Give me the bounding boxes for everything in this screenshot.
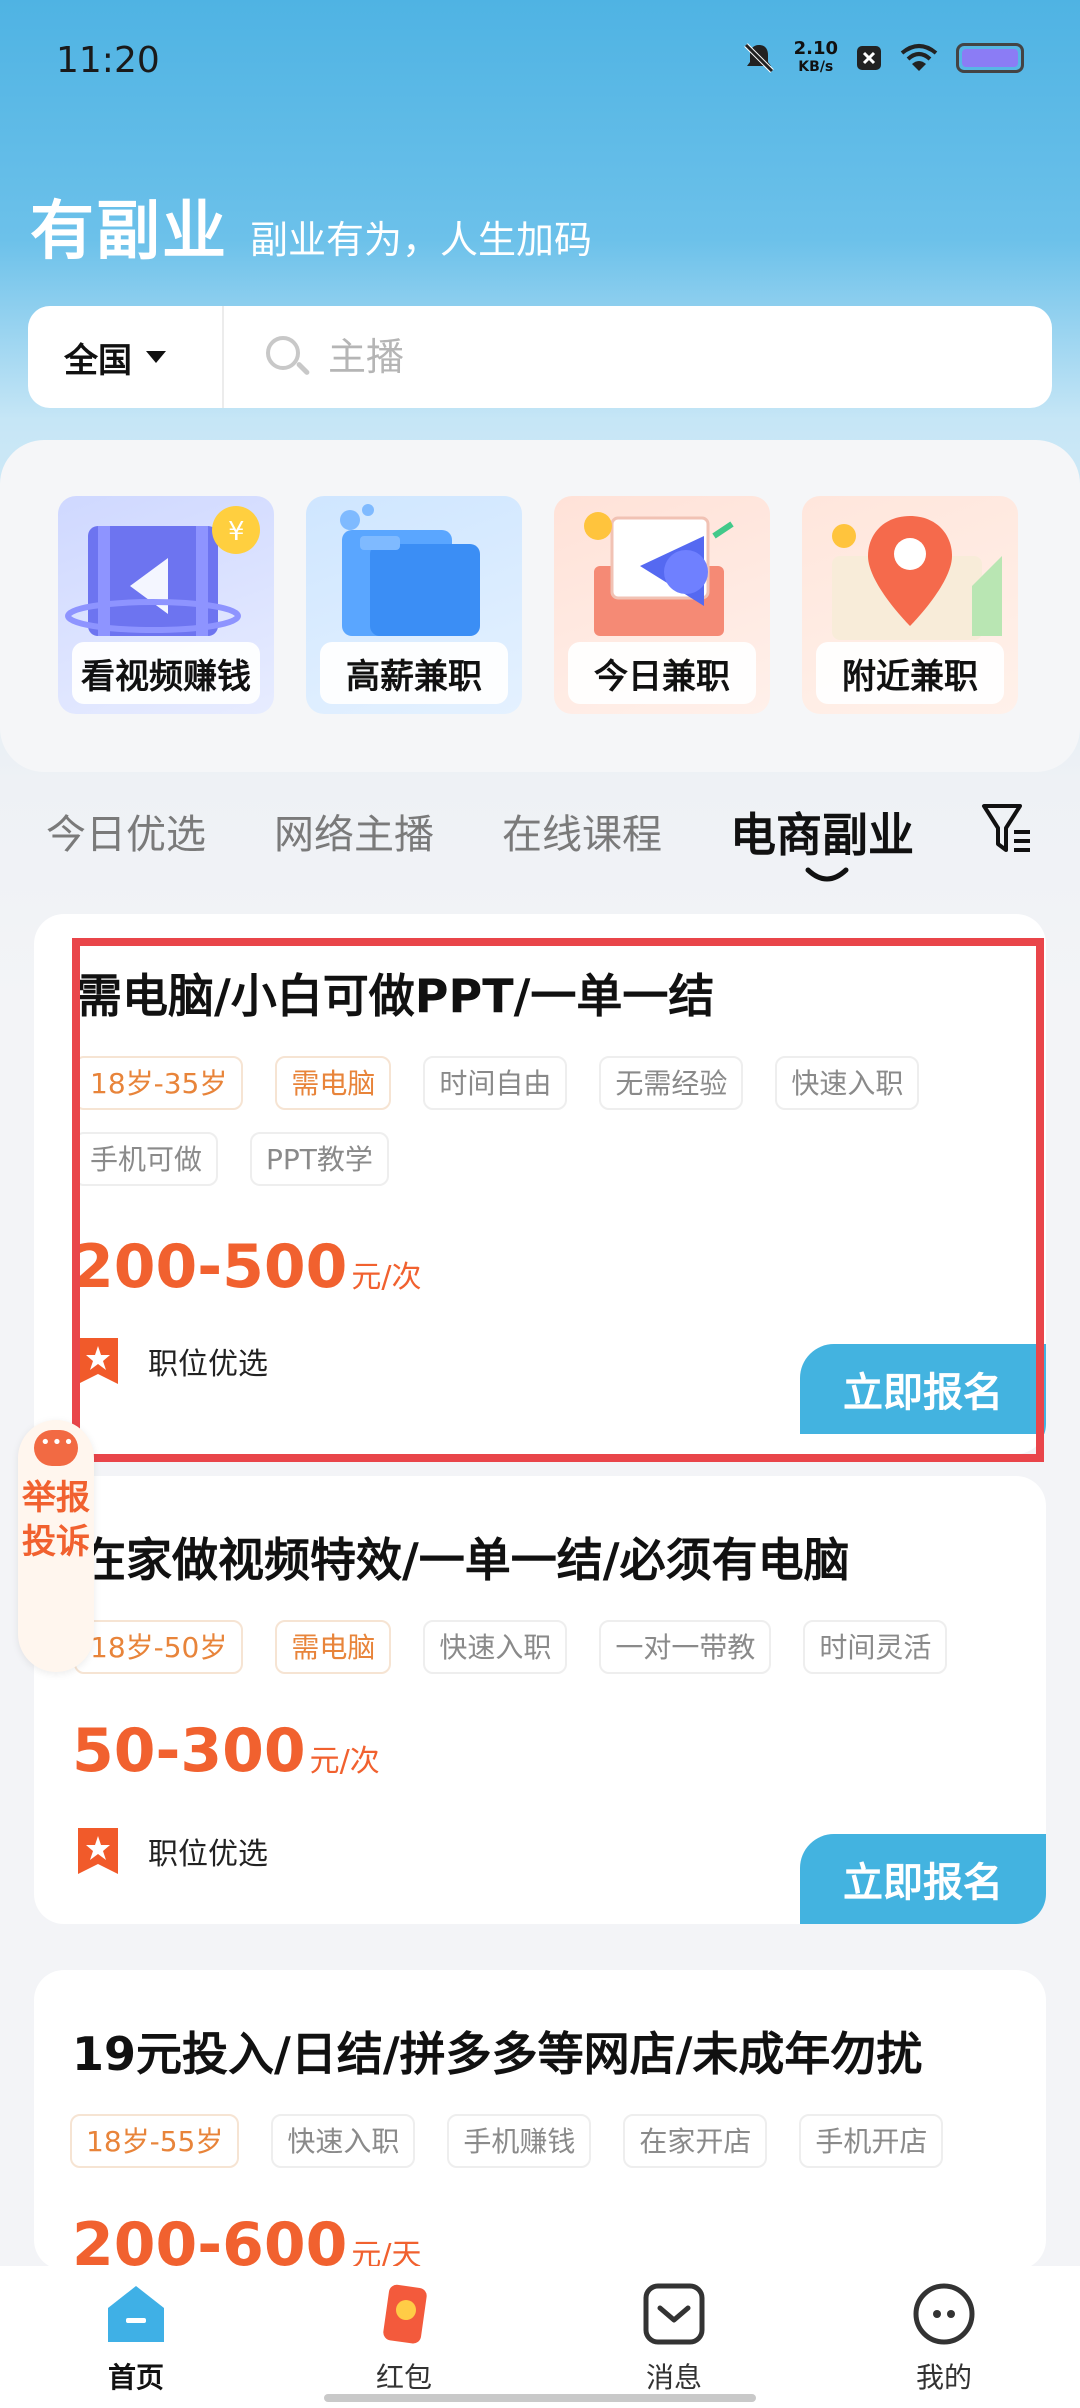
badge-label: 职位优选 bbox=[148, 1837, 268, 1872]
tag: 一对一带教 bbox=[599, 1620, 772, 1674]
job-badge: 职位优选 bbox=[74, 1824, 268, 1878]
filter-icon[interactable] bbox=[980, 800, 1034, 860]
svg-text:¥: ¥ bbox=[228, 517, 245, 547]
category-video-money[interactable]: ¥ 看视频赚钱 bbox=[58, 496, 274, 714]
home-icon bbox=[108, 2286, 164, 2342]
message-icon bbox=[643, 2283, 705, 2345]
caret-down-icon bbox=[146, 351, 166, 363]
nav-label: 红包 bbox=[375, 2361, 432, 2394]
category-label: 高薪兼职 bbox=[320, 642, 508, 704]
mute-icon bbox=[743, 43, 774, 73]
star-badge-icon bbox=[78, 1828, 118, 1874]
category-label: 看视频赚钱 bbox=[72, 642, 260, 704]
region-label: 全国 bbox=[64, 340, 132, 381]
search-bar: 全国 bbox=[28, 306, 1052, 408]
status-bar: 11:20 2.10 KB/s bbox=[0, 0, 1080, 110]
category-panel: ¥ 看视频赚钱 高薪兼职 今日兼职 附近兼职 bbox=[0, 440, 1080, 772]
speed-value: 2.10 bbox=[793, 38, 838, 59]
chat-bubble-icon bbox=[34, 1430, 78, 1466]
region-selector[interactable]: 全国 bbox=[28, 306, 224, 408]
tab-active-indicator bbox=[805, 867, 849, 882]
home-indicator bbox=[324, 2394, 756, 2402]
tab-bar: 今日优选 网络主播 在线课程 电商副业 bbox=[0, 800, 1080, 882]
profile-icon bbox=[913, 2283, 975, 2345]
job-tags: 18岁-50岁 需电脑 快速入职 一对一带教 时间灵活 bbox=[74, 1620, 1006, 1674]
folder-icon bbox=[340, 504, 480, 636]
tag: 在家开店 bbox=[623, 2114, 768, 2168]
report-button[interactable]: 举报投诉 bbox=[18, 1420, 94, 1672]
nav-home[interactable]: 首页 bbox=[56, 2266, 216, 2408]
video-money-icon: ¥ bbox=[65, 506, 260, 636]
app-title: 有副业 bbox=[30, 195, 228, 269]
tab-online-course[interactable]: 在线课程 bbox=[502, 800, 662, 870]
tag: 手机开店 bbox=[799, 2114, 944, 2168]
nav-label: 消息 bbox=[645, 2361, 702, 2394]
speed-unit: KB/s bbox=[798, 59, 834, 75]
bottom-nav: 首页 红包 消息 我的 bbox=[0, 2266, 1080, 2408]
tab-ecommerce[interactable]: 电商副业 bbox=[730, 800, 914, 870]
nav-label: 首页 bbox=[107, 2361, 164, 2394]
category-today[interactable]: 今日兼职 bbox=[554, 496, 770, 714]
tag: 快速入职 bbox=[271, 2114, 416, 2168]
app-slogan: 副业有为，人生加码 bbox=[250, 218, 593, 262]
tag: 快速入职 bbox=[423, 1620, 568, 1674]
battery-fill bbox=[962, 49, 1018, 67]
category-label: 附近兼职 bbox=[816, 642, 1004, 704]
highlight-box bbox=[72, 938, 1044, 1462]
tag: 时间灵活 bbox=[803, 1620, 948, 1674]
status-icons: 2.10 KB/s bbox=[742, 40, 1024, 76]
tab-today-picks[interactable]: 今日优选 bbox=[46, 800, 206, 870]
tab-live-streamer[interactable]: 网络主播 bbox=[274, 800, 434, 870]
category-high-pay[interactable]: 高薪兼职 bbox=[306, 496, 522, 714]
red-packet-icon bbox=[383, 2284, 427, 2344]
category-label: 今日兼职 bbox=[568, 642, 756, 704]
search-icon bbox=[264, 334, 311, 380]
job-card[interactable]: 19元投入/日结/拼多多等网店/未成年勿扰 18岁-55岁 快速入职 手机赚钱 … bbox=[34, 1970, 1046, 2270]
wifi-icon bbox=[900, 44, 938, 71]
category-nearby[interactable]: 附近兼职 bbox=[802, 496, 1018, 714]
salary-range: 50-300 bbox=[72, 1716, 306, 1786]
job-salary: 200-600 元/天 bbox=[72, 2210, 422, 2270]
apply-button[interactable]: 立即报名 bbox=[800, 1834, 1046, 1924]
job-card[interactable]: 在家做视频特效/一单一结/必须有电脑 18岁-50岁 需电脑 快速入职 一对一带… bbox=[34, 1476, 1046, 1924]
location-pin-icon bbox=[832, 516, 1002, 640]
status-time: 11:20 bbox=[56, 40, 160, 81]
search-input[interactable] bbox=[328, 335, 1052, 379]
tag-requirement: 需电脑 bbox=[275, 1620, 392, 1674]
network-speed: 2.10 KB/s bbox=[794, 40, 838, 76]
tag-age: 18岁-50岁 bbox=[74, 1620, 244, 1674]
tag-age: 18岁-55岁 bbox=[70, 2114, 240, 2168]
salary-unit: 元/次 bbox=[309, 1744, 380, 1779]
megaphone-icon bbox=[584, 512, 734, 636]
nav-profile[interactable]: 我的 bbox=[864, 2266, 1024, 2408]
job-title: 在家做视频特效/一单一结/必须有电脑 bbox=[80, 1533, 850, 1587]
report-label: 举报投诉 bbox=[22, 1478, 90, 1562]
battery-icon bbox=[956, 43, 1024, 73]
job-tags: 18岁-55岁 快速入职 手机赚钱 在家开店 手机开店 bbox=[70, 2114, 1006, 2168]
close-box-icon bbox=[857, 46, 881, 70]
brand-header: 有副业 副业有为，人生加码 bbox=[30, 180, 592, 272]
salary-range: 200-600 bbox=[72, 2210, 348, 2270]
nav-red-packet[interactable]: 红包 bbox=[324, 2266, 484, 2408]
nav-label: 我的 bbox=[915, 2361, 972, 2394]
job-title: 19元投入/日结/拼多多等网店/未成年勿扰 bbox=[72, 2027, 923, 2081]
nav-messages[interactable]: 消息 bbox=[594, 2266, 754, 2408]
job-salary: 50-300 元/次 bbox=[72, 1716, 380, 1786]
tag: 手机赚钱 bbox=[447, 2114, 592, 2168]
